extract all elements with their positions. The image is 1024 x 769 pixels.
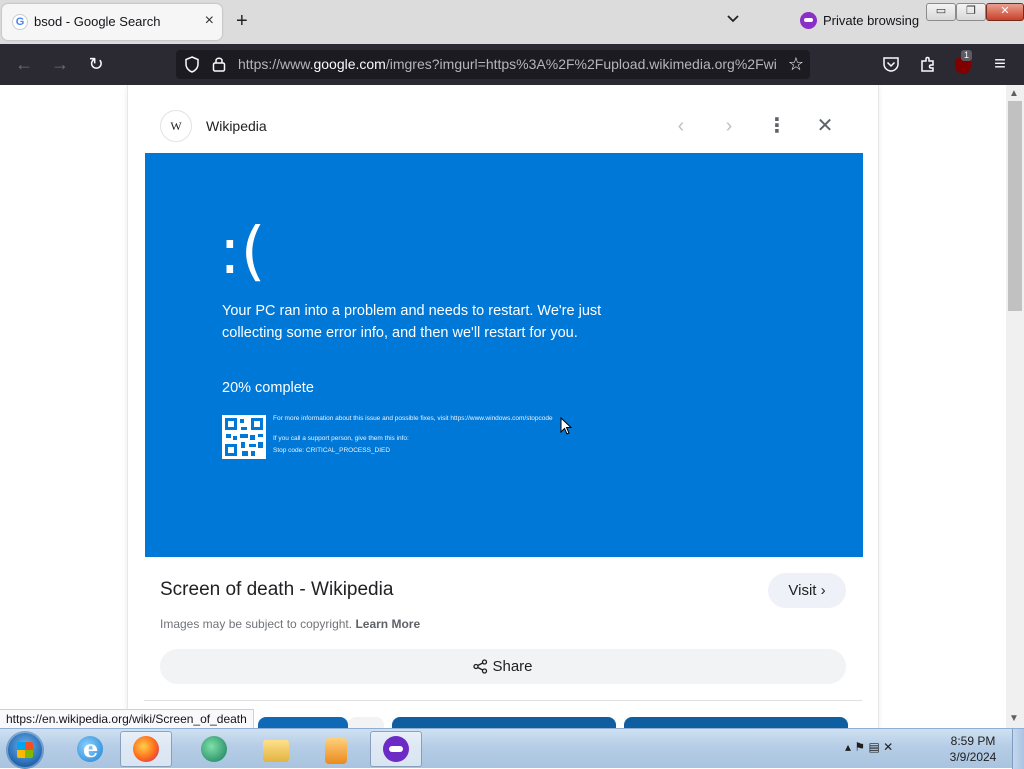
google-favicon-icon: G [12, 14, 28, 30]
taskbar-firefox[interactable] [120, 731, 172, 767]
address-bar[interactable]: https://www.google.com/imgres?imgurl=htt… [176, 50, 810, 79]
tab-bar: G bsod - Google Search × + Private brows… [0, 0, 1024, 44]
bsod-progress: 20% complete [222, 380, 314, 396]
link-status-bar: https://en.wikipedia.org/wiki/Screen_of_… [0, 709, 254, 730]
back-arrow-icon[interactable]: ← [14, 54, 34, 74]
image-viewer-panel: W Wikipedia ‹ › ⋮ ✕ :( Your PC ran into … [128, 85, 878, 728]
clock-date: 3/9/2024 [949, 750, 997, 764]
taskbar-chat-app[interactable] [188, 731, 240, 767]
private-browsing-icon [383, 736, 409, 762]
close-viewer-icon[interactable]: ✕ [814, 115, 836, 137]
url-prefix: https://www. [238, 56, 314, 72]
reload-icon[interactable]: ↻ [86, 54, 106, 74]
window-minimize-button[interactable]: ▭ [926, 3, 956, 21]
related-image-thumbnail[interactable] [348, 717, 384, 728]
share-label: Share [492, 658, 533, 675]
bookmark-star-icon[interactable]: ☆ [788, 54, 804, 75]
sad-face: :( [219, 215, 266, 289]
scrollbar-thumb[interactable] [1008, 101, 1022, 311]
qr-code-icon [222, 415, 266, 459]
navigation-toolbar: ← → ↻ https://www.google.com/imgres?imgu… [0, 44, 1024, 85]
taskbar-explorer[interactable] [250, 731, 302, 767]
taskbar-media-player[interactable] [310, 731, 362, 767]
system-tray-icons[interactable]: ▴ ⚑ ▤ ✕ [845, 740, 893, 754]
bsod-info-line: If you call a support person, give them … [273, 435, 409, 442]
chevron-right-icon: › [820, 582, 826, 599]
copyright-notice: Images may be subject to copyright. Lear… [160, 617, 420, 631]
source-name[interactable]: Wikipedia [206, 118, 267, 134]
scroll-up-icon[interactable]: ▲ [1009, 88, 1019, 99]
tab-title: bsod - Google Search [34, 14, 161, 29]
bsod-info-line: For more information about this issue an… [273, 415, 553, 422]
clock-time: 8:59 PM [950, 734, 996, 748]
lock-icon[interactable] [212, 56, 226, 72]
private-mask-icon [800, 12, 817, 30]
wikipedia-logo-icon[interactable]: W [160, 110, 192, 142]
windows-taskbar: ▴ ⚑ ▤ ✕ 8:59 PM 3/9/2024 [0, 728, 1024, 769]
bsod-stop-code: Stop code: CRITICAL_PROCESS_DIED [273, 447, 391, 454]
private-browsing-indicator: Private browsing [800, 12, 920, 30]
media-player-icon [325, 738, 347, 764]
forward-arrow-icon[interactable]: → [50, 54, 70, 74]
tab-close-icon[interactable]: × [205, 12, 214, 30]
learn-more-link[interactable]: Learn More [355, 617, 420, 631]
more-options-icon[interactable]: ⋮ [766, 115, 788, 137]
previous-image-icon[interactable]: ‹ [670, 115, 692, 137]
chevron-down-icon[interactable] [726, 12, 740, 26]
show-desktop-button[interactable] [1012, 729, 1024, 769]
new-tab-button[interactable]: + [236, 9, 248, 33]
window-close-button[interactable]: ✕ [986, 3, 1024, 21]
extensions-puzzle-icon[interactable] [919, 55, 937, 73]
app-menu-icon[interactable]: ≡ [990, 54, 1010, 74]
tab-bsod-google-search[interactable]: G bsod - Google Search × [2, 4, 222, 40]
visit-label: Visit [788, 582, 817, 599]
private-browsing-label: Private browsing [823, 13, 920, 28]
bsod-info: For more information about this issue an… [273, 414, 593, 458]
next-image-icon[interactable]: › [718, 115, 740, 137]
start-button[interactable] [6, 731, 44, 769]
url-domain: google.com [313, 56, 386, 72]
firefox-icon [133, 736, 159, 762]
folder-icon [263, 740, 289, 762]
page-content: W Wikipedia ‹ › ⋮ ✕ :( Your PC ran into … [0, 85, 1006, 728]
system-clock[interactable]: 8:59 PM 3/9/2024 [948, 733, 998, 765]
internet-explorer-icon [77, 734, 103, 763]
window-restore-button[interactable]: ❐ [956, 3, 986, 21]
tracking-shield-icon[interactable] [184, 56, 200, 73]
url-path: /imgres?imgurl=https%3A%2F%2Fupload.wiki… [385, 56, 776, 72]
url-text[interactable]: https://www.google.com/imgres?imgurl=htt… [238, 56, 776, 72]
vertical-scrollbar[interactable]: ▲ ▼ [1006, 85, 1024, 728]
taskbar-internet-explorer[interactable] [64, 731, 116, 767]
bsod-preview-image[interactable]: :( Your PC ran into a problem and needs … [145, 153, 863, 557]
related-image-thumbnail[interactable] [392, 717, 616, 728]
mouse-cursor-icon [560, 417, 572, 435]
related-image-thumbnail[interactable] [624, 717, 848, 728]
extension-badge: 1 [961, 50, 973, 61]
scroll-down-icon[interactable]: ▼ [1009, 713, 1019, 724]
chat-app-icon [201, 736, 227, 762]
divider [144, 700, 862, 701]
share-button[interactable]: Share [160, 649, 846, 684]
taskbar-private-firefox[interactable] [370, 731, 422, 767]
bsod-message: Your PC ran into a problem and needs to … [222, 303, 602, 341]
share-icon [473, 658, 488, 674]
related-image-thumbnail[interactable] [258, 717, 348, 728]
pocket-icon[interactable] [882, 56, 900, 73]
copyright-text: Images may be subject to copyright. [160, 617, 353, 631]
visit-button[interactable]: Visit › [768, 573, 846, 608]
result-title[interactable]: Screen of death - Wikipedia [160, 579, 393, 601]
